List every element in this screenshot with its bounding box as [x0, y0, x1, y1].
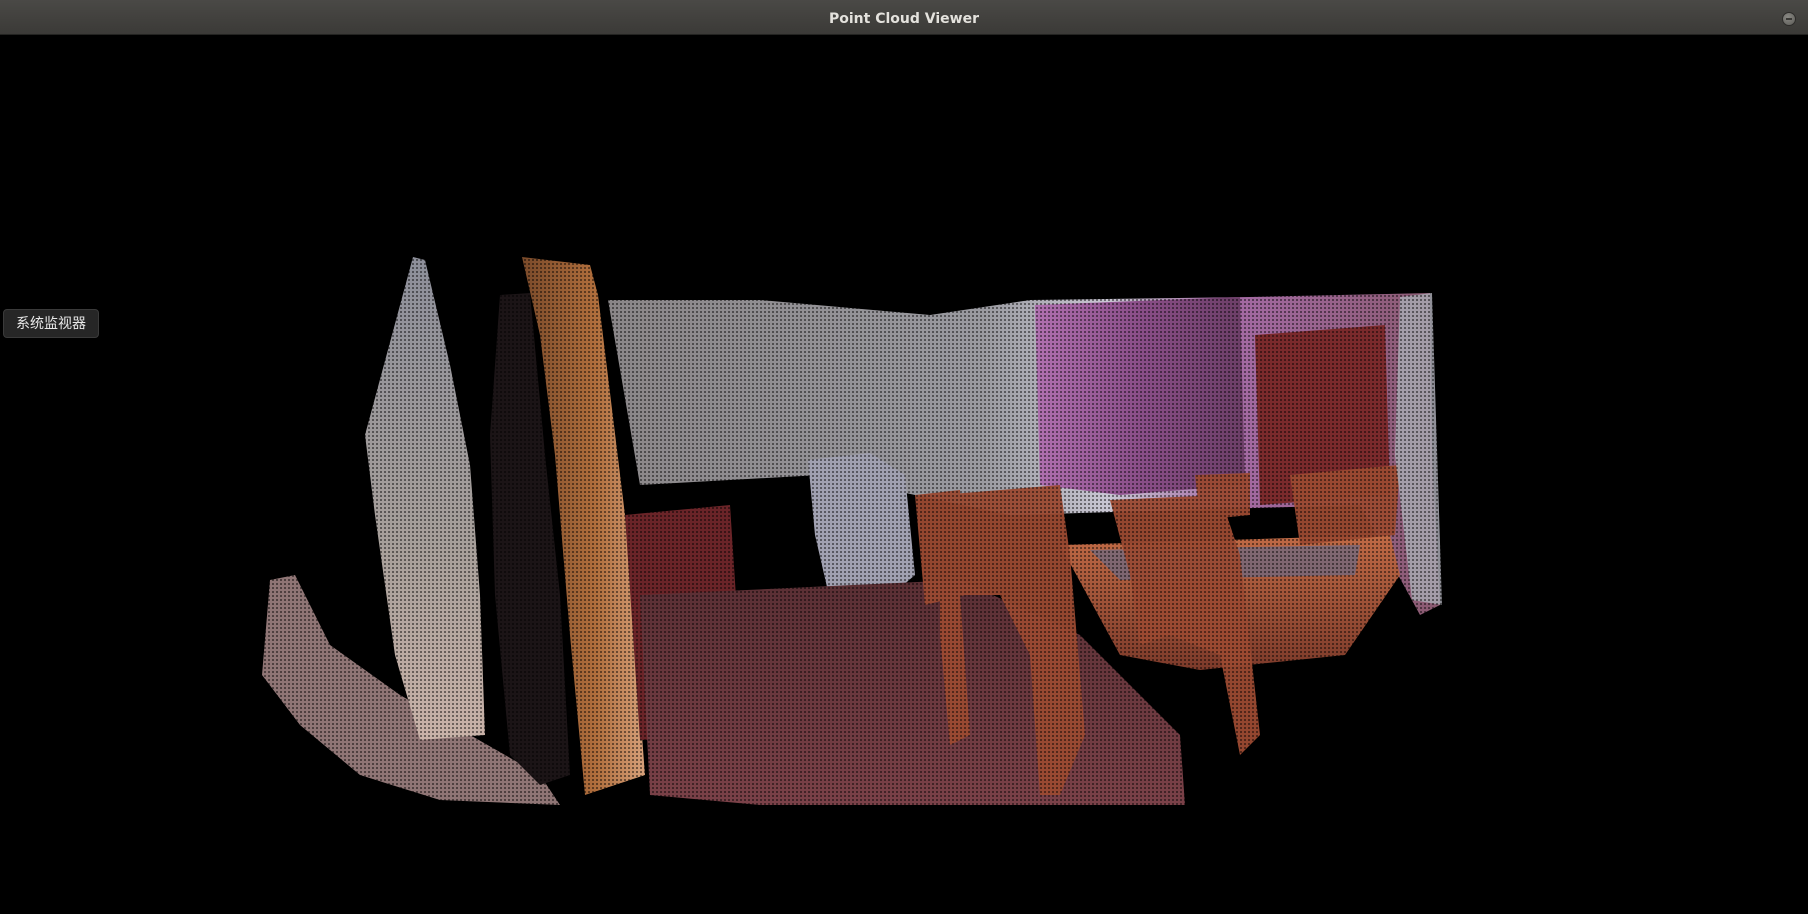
- point-cloud-viewport[interactable]: [0, 35, 1808, 914]
- window-close-icon[interactable]: [1782, 12, 1796, 26]
- point-cloud-render[interactable]: [0, 35, 1808, 914]
- window-titlebar[interactable]: Point Cloud Viewer: [0, 0, 1808, 35]
- tooltip: 系统监视器: [3, 309, 99, 338]
- window-title: Point Cloud Viewer: [829, 11, 979, 27]
- point-cloud-viewer-window: Point Cloud Viewer 系统监视器: [0, 0, 1808, 914]
